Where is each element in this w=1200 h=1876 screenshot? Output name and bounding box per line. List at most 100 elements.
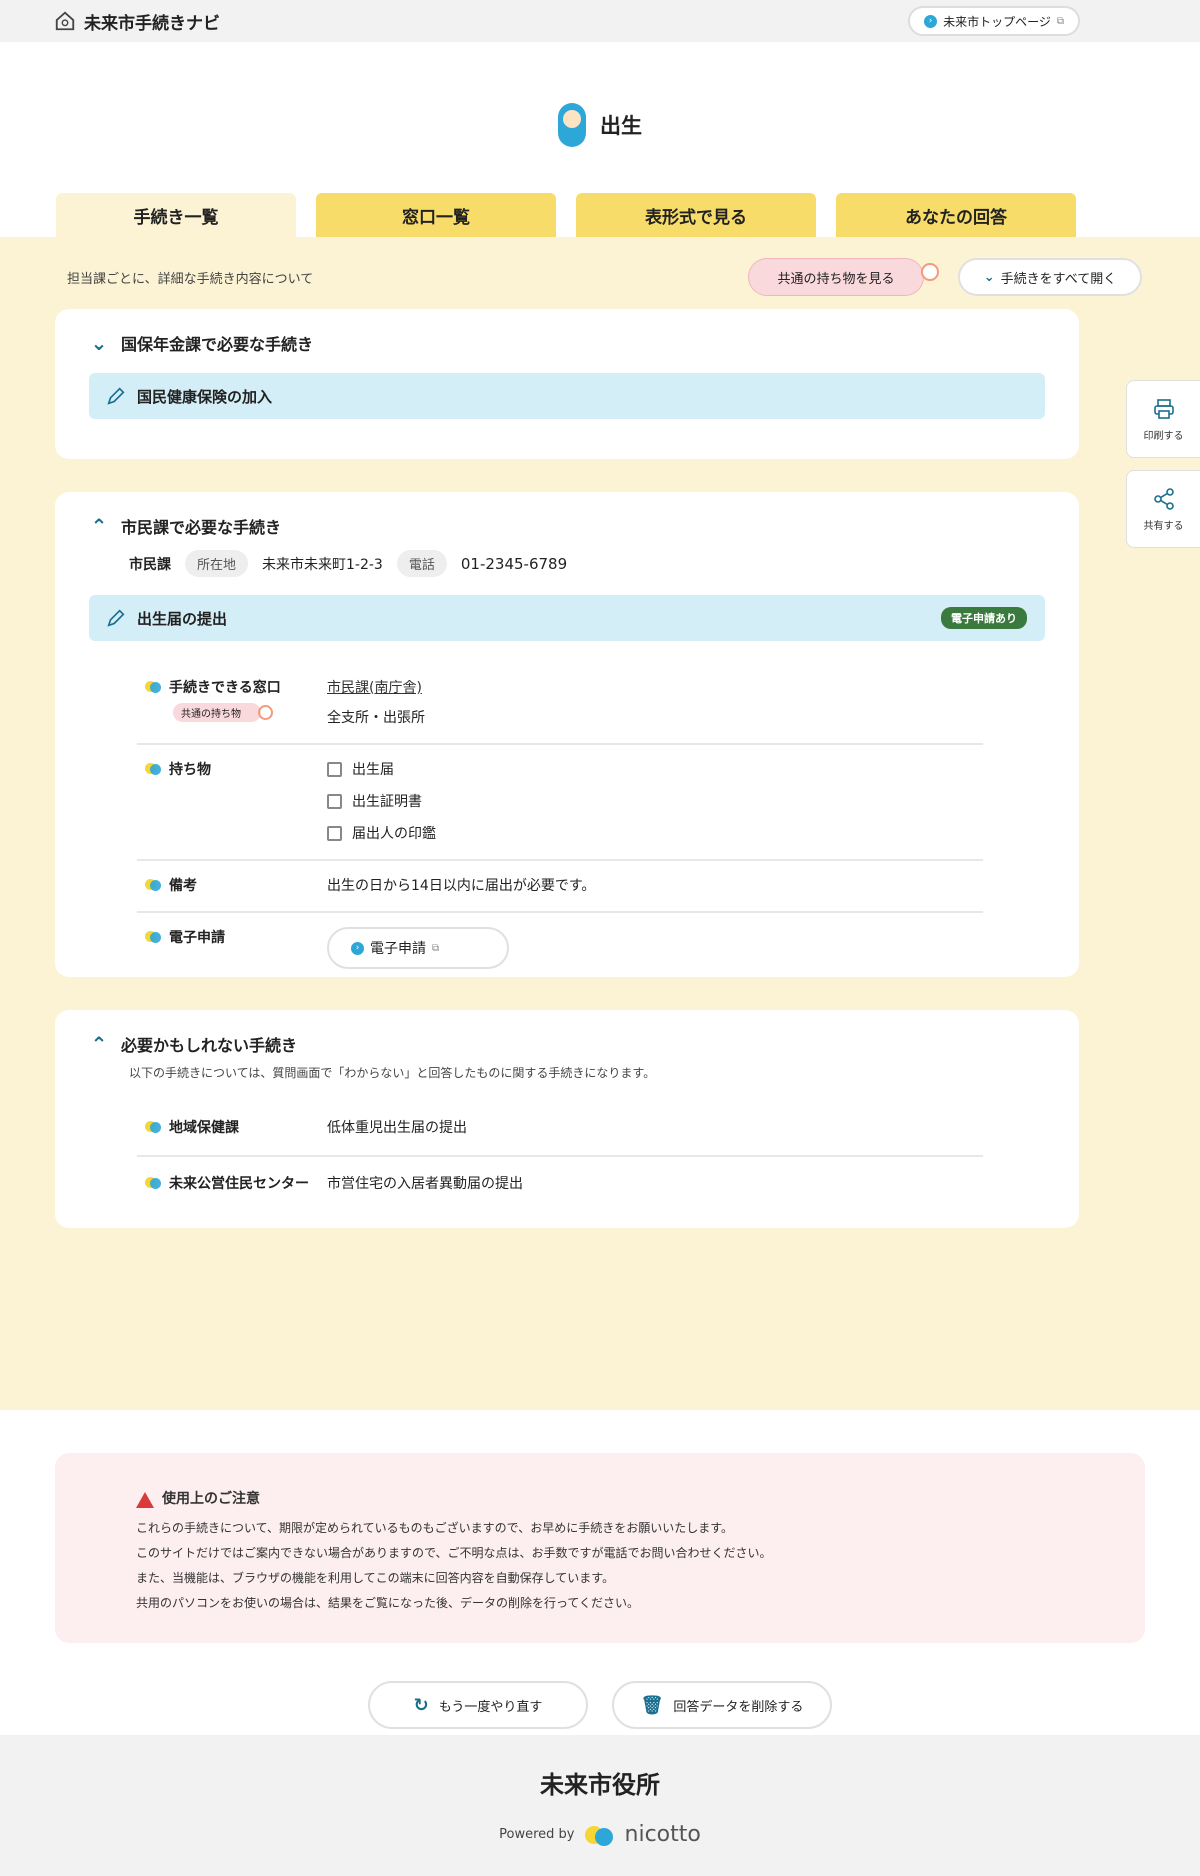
warning-icon [136,1491,154,1508]
main-content: 担当課ごとに、詳細な手続き内容について 共通の持ち物を見る ⌄ 手続きをすべて開… [0,237,1200,1410]
bullet-icon [145,681,161,693]
powered-by: Powered by [499,1827,575,1842]
item-checkbox[interactable]: 届出人の印鑑 [327,823,436,843]
note-text: 出生の日から14日以内に届出が必要です。 [327,878,596,894]
restart-button[interactable]: ↻ もう一度やり直す [368,1681,588,1729]
footer-org: 未来市役所 [540,1771,660,1799]
section-title: 必要かもしれない手続き [121,1036,298,1055]
notice-line: このサイトだけではご案内できない場合がありますので、ご不明な点は、お手数ですが電… [136,1546,772,1560]
item-label: 出生届 [352,762,394,778]
window-row: 手続きできる窓口 共通の持ち物 市民課(南庁舎) 全支所・出張所 [137,663,983,745]
e-application-button[interactable]: › 電子申請 ⧉ [327,927,509,969]
expand-all-button[interactable]: ⌄ 手続きをすべて開く [958,258,1142,296]
bullet-icon [145,931,161,943]
print-button[interactable]: 印刷する [1126,380,1200,458]
items-label: 持ち物 [169,762,211,778]
tab-table[interactable]: 表形式で見る [576,193,816,237]
external-link-icon: ⧉ [1056,15,1064,27]
trash-icon: 🗑 [640,1694,664,1716]
procedure-bar[interactable]: 出生届の提出 電子申請あり [89,595,1045,641]
procedure-title: 国民健康保険の加入 [137,387,273,406]
chevron-down-icon: ⌄ [983,269,995,285]
tab-bar: 手続き一覧 窓口一覧 表形式で見る あなたの回答 [0,193,1200,237]
lead-text: 担当課ごとに、詳細な手続き内容について [67,271,314,287]
procedure-name: 市営住宅の入居者異動届の提出 [327,1176,523,1192]
list-item: 未来公営住民センター 市営住宅の入居者異動届の提出 [137,1157,983,1211]
dept-name: 地域保健課 [169,1120,239,1136]
bullet-icon [145,1177,161,1189]
top-bar: 未来市手続きナビ › 未来市トップページ ⧉ [0,0,1200,42]
note-row: 備考 出生の日から14日以内に届出が必要です。 [137,861,983,913]
notice-line: 共用のパソコンをお使いの場合は、結果をご覧になった後、データの削除を行ってくださ… [136,1596,640,1610]
chevron-up-icon: ⌃ [90,514,108,538]
pencil-icon [107,609,125,627]
checkbox-icon[interactable] [327,793,342,809]
section-header[interactable]: ⌃ 必要かもしれない手続き [89,1032,1045,1056]
item-checkbox[interactable]: 出生証明書 [327,791,436,811]
usage-notice: 使用上のご注意 これらの手続きについて、期限が定められているものもございますので… [55,1453,1145,1643]
print-label: 印刷する [1143,430,1184,442]
window-label: 手続きできる窓口 [169,680,281,696]
e-label: 電子申請 [169,930,225,946]
top-page-link-label: 未来市トップページ [943,14,1051,29]
dept-name: 未来公営住民センター [169,1176,309,1192]
smile-icon [921,263,939,281]
share-icon [1153,487,1174,510]
page-title-area: 出生 [0,42,1200,172]
delete-label: 回答データを削除する [673,1699,804,1715]
common-items-label: 共通の持ち物を見る [777,271,895,287]
section-title: 国保年金課で必要な手続き [121,335,314,354]
item-label: 出生証明書 [352,794,422,810]
phone-chip: 電話 [396,550,447,577]
restart-label: もう一度やり直す [438,1699,543,1715]
dept-name: 市民課 [129,556,171,573]
notice-title: 使用上のご注意 [162,1491,260,1507]
section-description: 以下の手続きについては、質問画面で「わからない」と回答したものに関する手続きにな… [129,1066,656,1080]
tab-answers[interactable]: あなたの回答 [836,193,1076,237]
procedure-title: 出生届の提出 [137,609,228,628]
window-sub: 全支所・出張所 [327,710,425,726]
share-label: 共有する [1143,520,1184,532]
bullet-icon [145,763,161,775]
bullet-icon [145,1121,161,1133]
brand[interactable]: 未来市手続きナビ [54,9,220,34]
expand-all-label: 手続きをすべて開く [1000,271,1117,287]
address: 未来市未来町1-2-3 [262,556,383,573]
e-application-badge: 電子申請あり [941,607,1027,629]
procedure-bar[interactable]: 国民健康保険の加入 [89,373,1045,419]
items-row: 持ち物 出生届 出生証明書 届出人の印鑑 [137,745,983,861]
contact-info: 市民課 所在地 未来市未来町1-2-3 電話 01-2345-6789 [129,550,1045,577]
item-checkbox[interactable]: 出生届 [327,759,436,779]
share-button[interactable]: 共有する [1126,470,1200,548]
external-link-icon: ⧉ [432,942,440,954]
section-title: 市民課で必要な手続き [121,518,282,537]
top-page-link[interactable]: › 未来市トップページ ⧉ [908,6,1080,36]
section-header[interactable]: ⌃ 市民課で必要な手続き [89,514,1045,538]
nicotto-logo[interactable]: nicotto [625,1822,701,1847]
e-application-label: 電子申請 [370,941,426,957]
window-link[interactable]: 市民課(南庁舎) [327,677,425,697]
list-item: 地域保健課 低体重児出生届の提出 [137,1101,983,1157]
delete-data-button[interactable]: 🗑 回答データを削除する [612,1681,832,1729]
house-icon [55,11,75,31]
maybe-list: 地域保健課 低体重児出生届の提出 未来公営住民センター 市営住宅の入居者異動届の… [137,1101,983,1211]
bullet-icon [145,879,161,891]
note-label: 備考 [169,878,197,894]
section-maybe: ⌃ 必要かもしれない手続き 以下の手続きについては、質問画面で「わからない」と回… [55,1010,1079,1228]
brand-name: 未来市手続きナビ [84,13,220,34]
printer-icon [1153,398,1174,419]
common-items-tag[interactable]: 共通の持ち物 [173,703,273,722]
tab-procedures[interactable]: 手続き一覧 [56,193,296,237]
procedure-detail: 手続きできる窓口 共通の持ち物 市民課(南庁舎) 全支所・出張所 持ち物 出生届… [137,663,983,985]
arrow-icon: › [924,14,938,28]
common-items-button[interactable]: 共通の持ち物を見る [748,258,939,296]
tab-windows[interactable]: 窓口一覧 [316,193,556,237]
checkbox-icon[interactable] [327,825,342,841]
section-kokuho: ⌄ 国保年金課で必要な手続き 国民健康保険の加入 [55,309,1079,459]
checkbox-icon[interactable] [327,761,342,777]
section-header[interactable]: ⌄ 国保年金課で必要な手続き [89,331,1045,355]
footer: 未来市役所 Powered by nicotto [0,1735,1200,1876]
phone: 01-2345-6789 [460,554,568,573]
refresh-icon: ↻ [413,1694,429,1716]
procedure-name: 低体重児出生届の提出 [327,1120,467,1136]
